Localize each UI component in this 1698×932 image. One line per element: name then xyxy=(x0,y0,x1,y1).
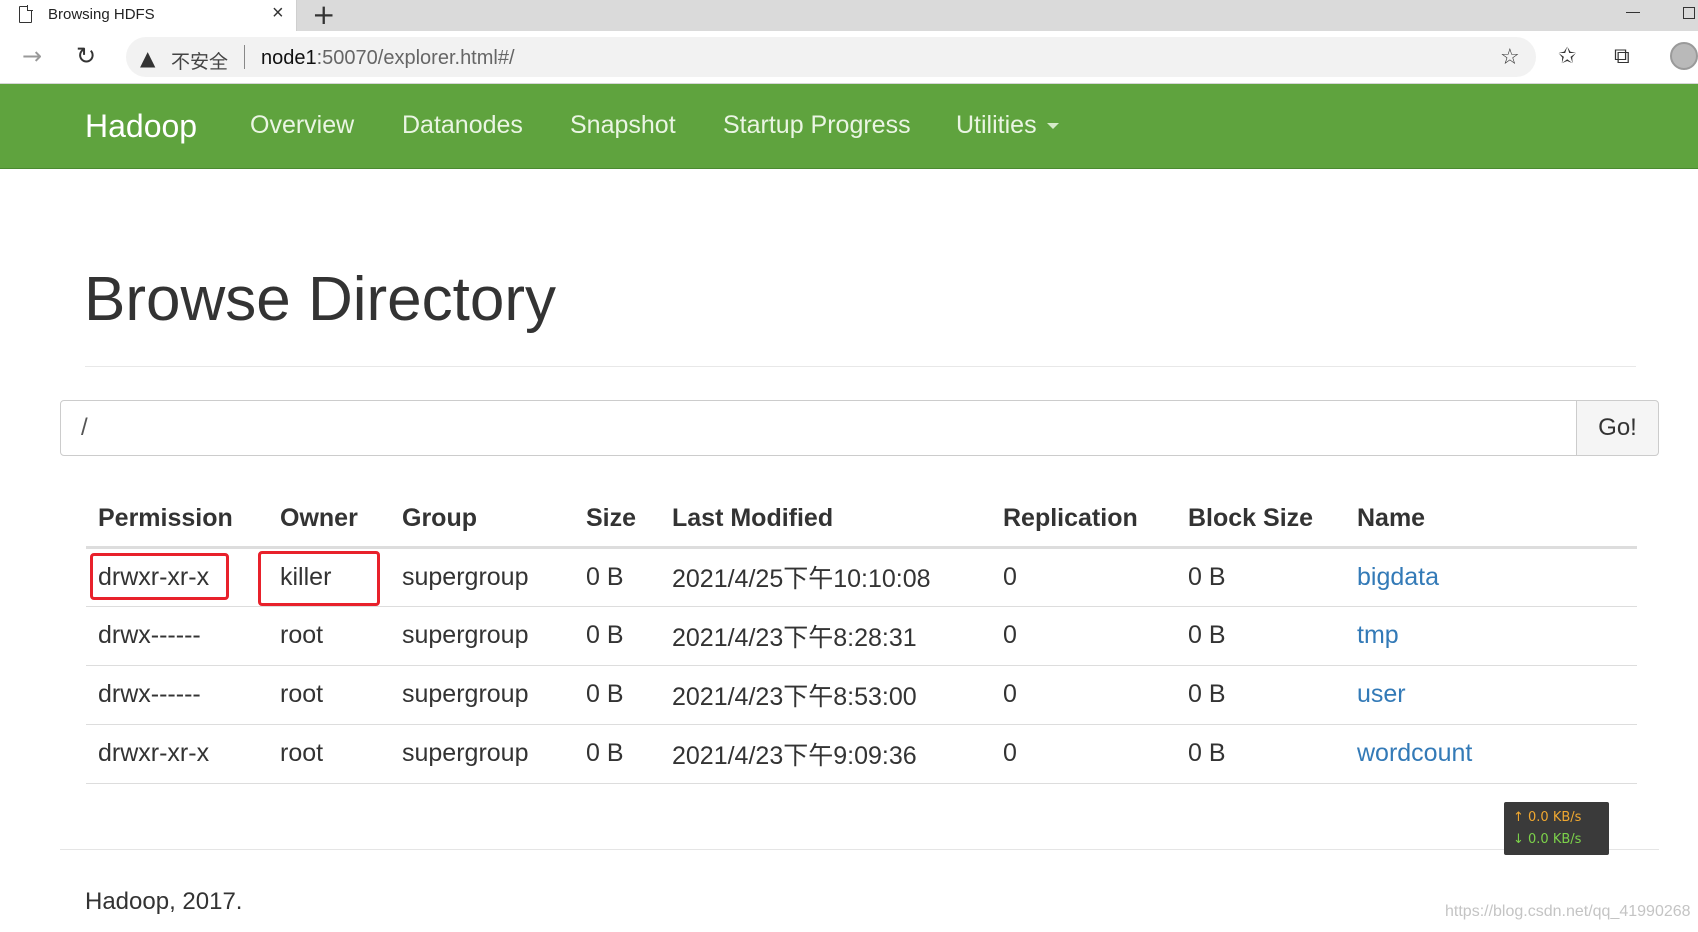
cell-block-size: 0 B xyxy=(1176,665,1345,725)
warning-icon: ▲ xyxy=(140,46,156,70)
nav-snapshot[interactable]: Snapshot xyxy=(570,111,676,140)
watermark-text: https://blog.csdn.net/qq_41990268 xyxy=(1445,903,1691,920)
cell-group: supergroup xyxy=(390,606,574,666)
title-divider xyxy=(85,366,1636,367)
url-path: :50070/explorer.html#/ xyxy=(316,47,515,69)
tab-title: Browsing HDFS xyxy=(48,6,155,23)
new-tab-icon[interactable]: + xyxy=(312,0,335,31)
cell-block-size: 0 B xyxy=(1176,724,1345,784)
header-owner[interactable]: Owner xyxy=(268,492,390,549)
nav-utilities-label: Utilities xyxy=(956,111,1037,139)
browser-toolbar: → ↻ ▲ 不安全 node1:50070/explorer.html#/ ☆ … xyxy=(0,31,1698,84)
cell-permission: drwx------ xyxy=(86,606,268,666)
minimize-icon[interactable] xyxy=(1626,12,1640,13)
address-separator xyxy=(244,45,245,69)
directory-table: Permission Owner Group Size Last Modifie… xyxy=(86,492,1637,784)
footer-copyright: Hadoop, 2017. xyxy=(85,888,243,915)
footer-divider xyxy=(60,849,1659,850)
header-size[interactable]: Size xyxy=(574,492,660,549)
cell-last-modified: 2021/4/25下午10:10:08 xyxy=(660,547,991,607)
cell-last-modified: 2021/4/23下午8:28:31 xyxy=(660,606,991,666)
cell-replication: 0 xyxy=(991,547,1176,607)
cell-name: bigdata xyxy=(1345,547,1637,607)
cell-block-size: 0 B xyxy=(1176,547,1345,607)
browser-tab[interactable]: Browsing HDFS × xyxy=(0,0,297,31)
directory-link[interactable]: tmp xyxy=(1357,621,1399,649)
cell-block-size: 0 B xyxy=(1176,606,1345,666)
cell-replication: 0 xyxy=(991,665,1176,725)
header-permission[interactable]: Permission xyxy=(86,492,268,549)
header-replication[interactable]: Replication xyxy=(991,492,1176,549)
collections-icon[interactable]: ⧉ xyxy=(1614,44,1630,69)
insecure-label[interactable]: 不安全 xyxy=(171,47,228,74)
header-block-size[interactable]: Block Size xyxy=(1176,492,1345,549)
table-row: drwxr-xr-x root supergroup 0 B 2021/4/23… xyxy=(86,724,1637,784)
address-bar[interactable]: ▲ 不安全 node1:50070/explorer.html#/ ☆ xyxy=(126,37,1536,77)
hadoop-navbar: Hadoop Overview Datanodes Snapshot Start… xyxy=(0,84,1698,169)
table-row: drwx------ root supergroup 0 B 2021/4/23… xyxy=(86,606,1637,666)
directory-link[interactable]: bigdata xyxy=(1357,563,1439,591)
nav-datanodes[interactable]: Datanodes xyxy=(402,111,523,140)
cell-size: 0 B xyxy=(574,547,660,607)
cell-group: supergroup xyxy=(390,724,574,784)
cell-size: 0 B xyxy=(574,665,660,725)
cell-group: supergroup xyxy=(390,665,574,725)
directory-link[interactable]: user xyxy=(1357,680,1406,708)
back-arrow-icon[interactable]: → xyxy=(22,42,42,70)
favorites-icon[interactable]: ✩ xyxy=(1558,44,1576,69)
caret-down-icon xyxy=(1046,123,1059,130)
header-name[interactable]: Name xyxy=(1345,492,1637,549)
download-speed: ↓ 0.0 KB/s xyxy=(1513,832,1582,847)
cell-size: 0 B xyxy=(574,724,660,784)
tab-close-icon[interactable]: × xyxy=(272,2,284,25)
header-last-modified[interactable]: Last Modified xyxy=(660,492,991,549)
cell-permission: drwx------ xyxy=(86,665,268,725)
profile-avatar[interactable] xyxy=(1670,42,1698,70)
page-icon xyxy=(19,5,33,23)
page-title: Browse Directory xyxy=(84,265,556,334)
nav-overview[interactable]: Overview xyxy=(250,111,354,140)
brand-logo[interactable]: Hadoop xyxy=(85,108,197,145)
cell-size: 0 B xyxy=(574,606,660,666)
cell-owner: root xyxy=(268,606,390,666)
header-group[interactable]: Group xyxy=(390,492,574,549)
cell-replication: 0 xyxy=(991,724,1176,784)
cell-last-modified: 2021/4/23下午8:53:00 xyxy=(660,665,991,725)
cell-permission: drwxr-xr-x xyxy=(86,724,268,784)
cell-replication: 0 xyxy=(991,606,1176,666)
path-input-group: Go! xyxy=(60,400,1659,456)
highlight-box-permission xyxy=(90,553,229,600)
add-favorite-icon[interactable]: ☆ xyxy=(1500,45,1520,70)
reload-icon[interactable]: ↻ xyxy=(76,42,96,70)
directory-path-input[interactable] xyxy=(60,400,1577,456)
highlight-box-owner xyxy=(258,551,380,606)
url-host: node1 xyxy=(261,47,317,69)
table-header-row: Permission Owner Group Size Last Modifie… xyxy=(86,492,1637,549)
nav-startup-progress[interactable]: Startup Progress xyxy=(723,111,911,140)
url-text[interactable]: node1:50070/explorer.html#/ xyxy=(261,47,515,70)
cell-name: user xyxy=(1345,665,1637,725)
cell-name: wordcount xyxy=(1345,724,1637,784)
browser-tab-strip: Browsing HDFS × + xyxy=(0,0,1698,31)
cell-owner: root xyxy=(268,665,390,725)
upload-speed: ↑ 0.0 KB/s xyxy=(1513,810,1582,825)
table-row: drwx------ root supergroup 0 B 2021/4/23… xyxy=(86,665,1637,725)
nav-utilities[interactable]: Utilities xyxy=(956,111,1059,140)
cell-group: supergroup xyxy=(390,547,574,607)
go-button[interactable]: Go! xyxy=(1576,400,1659,456)
cell-owner: root xyxy=(268,724,390,784)
network-speed-widget: ↑ 0.0 KB/s ↓ 0.0 KB/s xyxy=(1504,802,1609,855)
cell-last-modified: 2021/4/23下午9:09:36 xyxy=(660,724,991,784)
cell-name: tmp xyxy=(1345,606,1637,666)
maximize-icon[interactable] xyxy=(1683,7,1695,19)
directory-link[interactable]: wordcount xyxy=(1357,739,1472,767)
